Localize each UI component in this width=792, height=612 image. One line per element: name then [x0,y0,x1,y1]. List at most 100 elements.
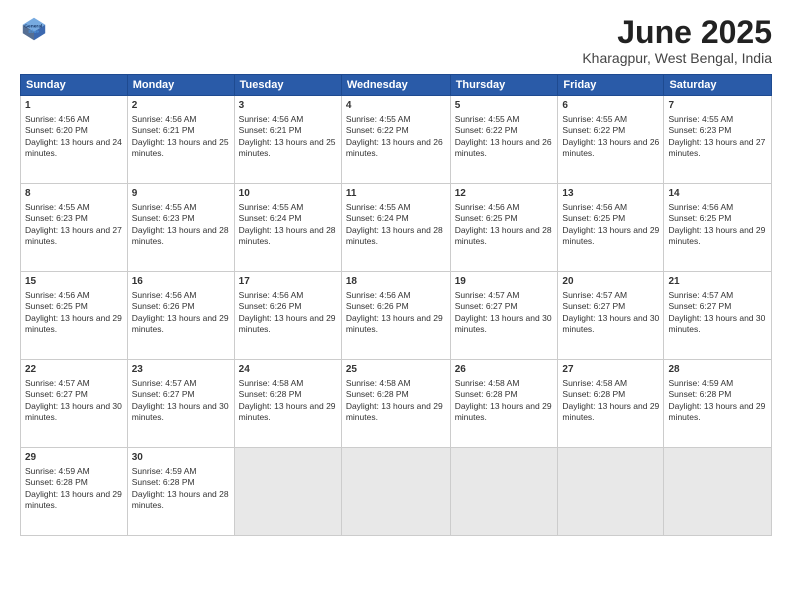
sunrise-text: Sunrise: 4:56 AM [132,290,197,300]
calendar-cell: 26Sunrise: 4:58 AMSunset: 6:28 PMDayligh… [450,360,558,448]
location: Kharagpur, West Bengal, India [582,50,772,66]
sunset-text: Sunset: 6:22 PM [346,125,409,135]
sunrise-text: Sunrise: 4:57 AM [562,290,627,300]
sunset-text: Sunset: 6:23 PM [668,125,731,135]
daylight-text: Daylight: 13 hours and 24 minutes. [25,137,122,158]
daylight-text: Daylight: 13 hours and 28 minutes. [455,225,552,246]
calendar-cell: 30Sunrise: 4:59 AMSunset: 6:28 PMDayligh… [127,448,234,536]
sunset-text: Sunset: 6:22 PM [562,125,625,135]
day-number: 30 [132,451,230,465]
calendar-cell: 24Sunrise: 4:58 AMSunset: 6:28 PMDayligh… [234,360,341,448]
day-number: 28 [668,363,767,377]
sunset-text: Sunset: 6:21 PM [239,125,302,135]
col-monday: Monday [127,75,234,96]
daylight-text: Daylight: 13 hours and 29 minutes. [239,401,336,422]
sunrise-text: Sunrise: 4:56 AM [25,290,90,300]
sunrise-text: Sunrise: 4:57 AM [132,378,197,388]
col-saturday: Saturday [664,75,772,96]
day-number: 29 [25,451,123,465]
sunset-text: Sunset: 6:20 PM [25,125,88,135]
sunset-text: Sunset: 6:24 PM [239,213,302,223]
day-number: 4 [346,99,446,113]
day-number: 11 [346,187,446,201]
calendar-cell: 23Sunrise: 4:57 AMSunset: 6:27 PMDayligh… [127,360,234,448]
sunset-text: Sunset: 6:25 PM [562,213,625,223]
day-number: 19 [455,275,554,289]
day-number: 24 [239,363,337,377]
sunset-text: Sunset: 6:28 PM [132,477,195,487]
sunset-text: Sunset: 6:23 PM [132,213,195,223]
daylight-text: Daylight: 13 hours and 30 minutes. [25,401,122,422]
calendar-cell: 29Sunrise: 4:59 AMSunset: 6:28 PMDayligh… [21,448,128,536]
day-number: 5 [455,99,554,113]
daylight-text: Daylight: 13 hours and 28 minutes. [132,225,229,246]
calendar-cell: 13Sunrise: 4:56 AMSunset: 6:25 PMDayligh… [558,184,664,272]
calendar-cell [558,448,664,536]
calendar-page: General Blue June 2025 Kharagpur, West B… [0,0,792,612]
sunrise-text: Sunrise: 4:55 AM [562,114,627,124]
day-number: 27 [562,363,659,377]
daylight-text: Daylight: 13 hours and 25 minutes. [132,137,229,158]
day-number: 2 [132,99,230,113]
day-number: 20 [562,275,659,289]
calendar-cell: 10Sunrise: 4:55 AMSunset: 6:24 PMDayligh… [234,184,341,272]
daylight-text: Daylight: 13 hours and 26 minutes. [562,137,659,158]
sunset-text: Sunset: 6:28 PM [239,389,302,399]
week-row-3: 15Sunrise: 4:56 AMSunset: 6:25 PMDayligh… [21,272,772,360]
day-number: 8 [25,187,123,201]
sunrise-text: Sunrise: 4:56 AM [25,114,90,124]
calendar-cell: 21Sunrise: 4:57 AMSunset: 6:27 PMDayligh… [664,272,772,360]
title-block: June 2025 Kharagpur, West Bengal, India [582,15,772,66]
calendar-cell: 27Sunrise: 4:58 AMSunset: 6:28 PMDayligh… [558,360,664,448]
daylight-text: Daylight: 13 hours and 30 minutes. [668,313,765,334]
sunrise-text: Sunrise: 4:55 AM [668,114,733,124]
day-number: 3 [239,99,337,113]
daylight-text: Daylight: 13 hours and 30 minutes. [455,313,552,334]
day-number: 15 [25,275,123,289]
daylight-text: Daylight: 13 hours and 29 minutes. [25,313,122,334]
sunrise-text: Sunrise: 4:55 AM [346,202,411,212]
logo-icon: General Blue [20,15,48,43]
day-number: 12 [455,187,554,201]
daylight-text: Daylight: 13 hours and 29 minutes. [668,401,765,422]
sunrise-text: Sunrise: 4:55 AM [346,114,411,124]
calendar-cell: 2Sunrise: 4:56 AMSunset: 6:21 PM Daylight… [127,96,234,184]
day-number: 7 [668,99,767,113]
calendar-cell: 12Sunrise: 4:56 AMSunset: 6:25 PMDayligh… [450,184,558,272]
sunset-text: Sunset: 6:21 PM [132,125,195,135]
sunset-text: Sunset: 6:27 PM [562,301,625,311]
calendar-cell [234,448,341,536]
sunrise-text: Sunrise: 4:56 AM [455,202,520,212]
day-number: 21 [668,275,767,289]
sunset-text: Sunset: 6:28 PM [25,477,88,487]
calendar-cell: 7Sunrise: 4:55 AMSunset: 6:23 PMDaylight… [664,96,772,184]
calendar-cell: 9Sunrise: 4:55 AMSunset: 6:23 PMDaylight… [127,184,234,272]
sunrise-text: Sunrise: 4:59 AM [668,378,733,388]
daylight-text: Daylight: 13 hours and 29 minutes. [25,489,122,510]
col-thursday: Thursday [450,75,558,96]
daylight-text: Daylight: 13 hours and 29 minutes. [562,401,659,422]
day-number: 1 [25,99,123,113]
sunrise-text: Sunrise: 4:57 AM [668,290,733,300]
sunset-text: Sunset: 6:26 PM [346,301,409,311]
sunset-text: Sunset: 6:22 PM [455,125,518,135]
daylight-text: Daylight: 13 hours and 29 minutes. [455,401,552,422]
sunset-text: Sunset: 6:28 PM [668,389,731,399]
svg-text:General: General [24,24,43,30]
daylight-text: Daylight: 13 hours and 29 minutes. [562,225,659,246]
calendar-table: Sunday Monday Tuesday Wednesday Thursday… [20,74,772,536]
sunrise-text: Sunrise: 4:56 AM [132,114,197,124]
calendar-cell: 3Sunrise: 4:56 AMSunset: 6:21 PMDaylight… [234,96,341,184]
daylight-text: Daylight: 13 hours and 29 minutes. [239,313,336,334]
sunrise-text: Sunrise: 4:56 AM [346,290,411,300]
sunrise-text: Sunrise: 4:57 AM [25,378,90,388]
calendar-cell: 11Sunrise: 4:55 AMSunset: 6:24 PMDayligh… [341,184,450,272]
month-title: June 2025 [582,15,772,50]
day-number: 14 [668,187,767,201]
day-number: 9 [132,187,230,201]
daylight-text: Daylight: 13 hours and 26 minutes. [346,137,443,158]
daylight-text: Daylight: 13 hours and 29 minutes. [346,313,443,334]
daylight-text: Daylight: 13 hours and 27 minutes. [25,225,122,246]
sunrise-text: Sunrise: 4:58 AM [346,378,411,388]
day-number: 26 [455,363,554,377]
